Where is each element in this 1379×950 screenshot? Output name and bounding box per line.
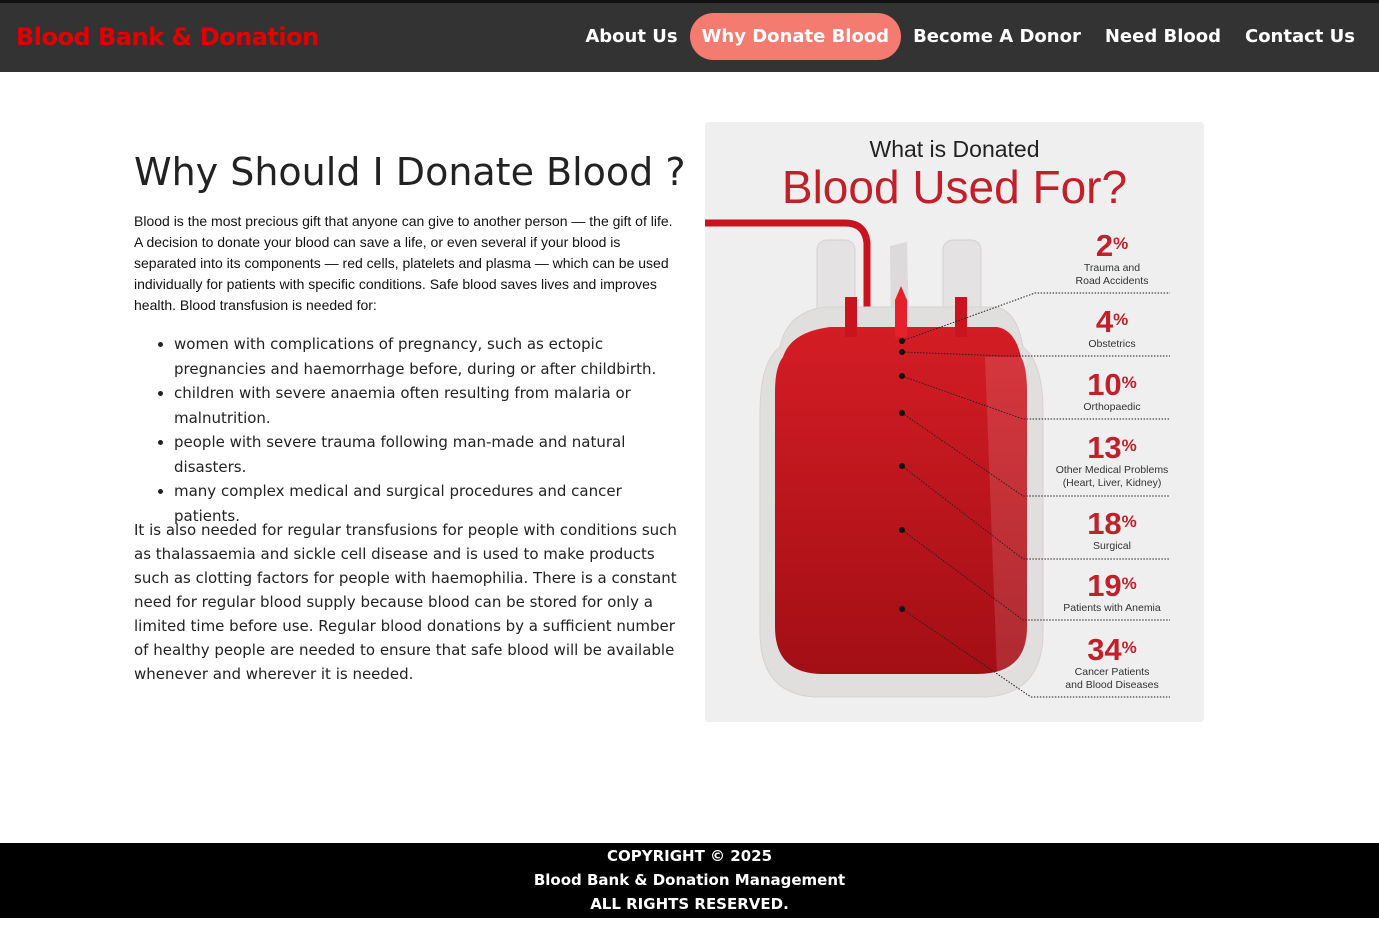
blood-usage-infographic: What is Donated Blood Used For? 2% Traum… xyxy=(705,122,1204,722)
percent-sign: % xyxy=(1121,373,1137,392)
main-nav: About Us Why Donate Blood Become A Donor… xyxy=(573,13,1367,60)
infographic-subtitle: What is Donated xyxy=(869,136,1040,162)
stat-surgical: 18% Surgical xyxy=(1043,508,1181,553)
footer: COPYRIGHT © 2025 Blood Bank & Donation M… xyxy=(0,843,1379,918)
nav-need-blood[interactable]: Need Blood xyxy=(1093,13,1233,60)
stat-cancer: 34% Cancer Patients and Blood Diseases xyxy=(1043,634,1181,692)
stat-label: Orthopaedic xyxy=(1083,401,1141,413)
percent-sign: % xyxy=(1121,638,1137,657)
stat-label: Road Accidents xyxy=(1075,275,1149,287)
footer-site-name: Blood Bank & Donation Management xyxy=(533,871,846,889)
stat-label: (Heart, Liver, Kidney) xyxy=(1062,477,1162,489)
stat-label: Surgical xyxy=(1093,540,1131,552)
stat-other-medical: 13% Other Medical Problems (Heart, Liver… xyxy=(1043,432,1181,490)
list-item: women with complications of pregnancy, s… xyxy=(174,332,679,381)
outro-paragraph: It is also needed for regular transfusio… xyxy=(134,521,677,683)
stat-value: 34 xyxy=(1087,632,1122,667)
percent-sign: % xyxy=(1121,436,1137,455)
percent-sign: % xyxy=(1113,234,1129,253)
nav-contact-us[interactable]: Contact Us xyxy=(1233,13,1367,60)
stat-anemia: 19% Patients with Anemia xyxy=(1043,570,1181,615)
stat-trauma: 2% Trauma and Road Accidents xyxy=(1043,230,1181,288)
stat-label: and Blood Diseases xyxy=(1065,679,1159,691)
stat-value: 19 xyxy=(1087,568,1122,603)
list-item: people with severe trauma following man-… xyxy=(174,430,679,479)
infographic-title: Blood Used For? xyxy=(781,161,1128,213)
stat-orthopaedic: 10% Orthopaedic xyxy=(1043,369,1181,414)
footer-copyright: COPYRIGHT © 2025 xyxy=(606,847,773,865)
stat-label: Obstetrics xyxy=(1088,338,1136,350)
nav-become-a-donor[interactable]: Become A Donor xyxy=(901,13,1093,60)
nav-about-us[interactable]: About Us xyxy=(573,13,689,60)
page-title: Why Should I Donate Blood ? xyxy=(134,150,686,194)
nav-why-donate-blood[interactable]: Why Donate Blood xyxy=(689,13,902,60)
stat-value: 13 xyxy=(1087,430,1122,465)
percent-sign: % xyxy=(1121,512,1137,531)
percent-sign: % xyxy=(1121,574,1137,593)
stat-label: Cancer Patients xyxy=(1074,666,1150,678)
needs-list: women with complications of pregnancy, s… xyxy=(134,332,679,528)
brand-logo[interactable]: Blood Bank & Donation xyxy=(16,23,319,51)
stat-obstetrics: 4% Obstetrics xyxy=(1043,306,1181,351)
percent-sign: % xyxy=(1113,310,1129,329)
list-item: children with severe anaemia often resul… xyxy=(174,381,679,430)
stat-value: 10 xyxy=(1087,367,1122,402)
footer-rights: ALL RIGHTS RESERVED. xyxy=(590,895,789,913)
stat-value: 18 xyxy=(1087,506,1122,541)
intro-paragraph: Blood is the most precious gift that any… xyxy=(134,213,673,313)
stat-value: 2 xyxy=(1095,228,1114,263)
stat-label: Patients with Anemia xyxy=(1063,602,1161,614)
stat-label: Other Medical Problems xyxy=(1055,464,1169,476)
navbar: Blood Bank & Donation About Us Why Donat… xyxy=(0,3,1379,72)
stat-value: 4 xyxy=(1095,304,1114,339)
stat-label: Trauma and xyxy=(1083,262,1141,274)
